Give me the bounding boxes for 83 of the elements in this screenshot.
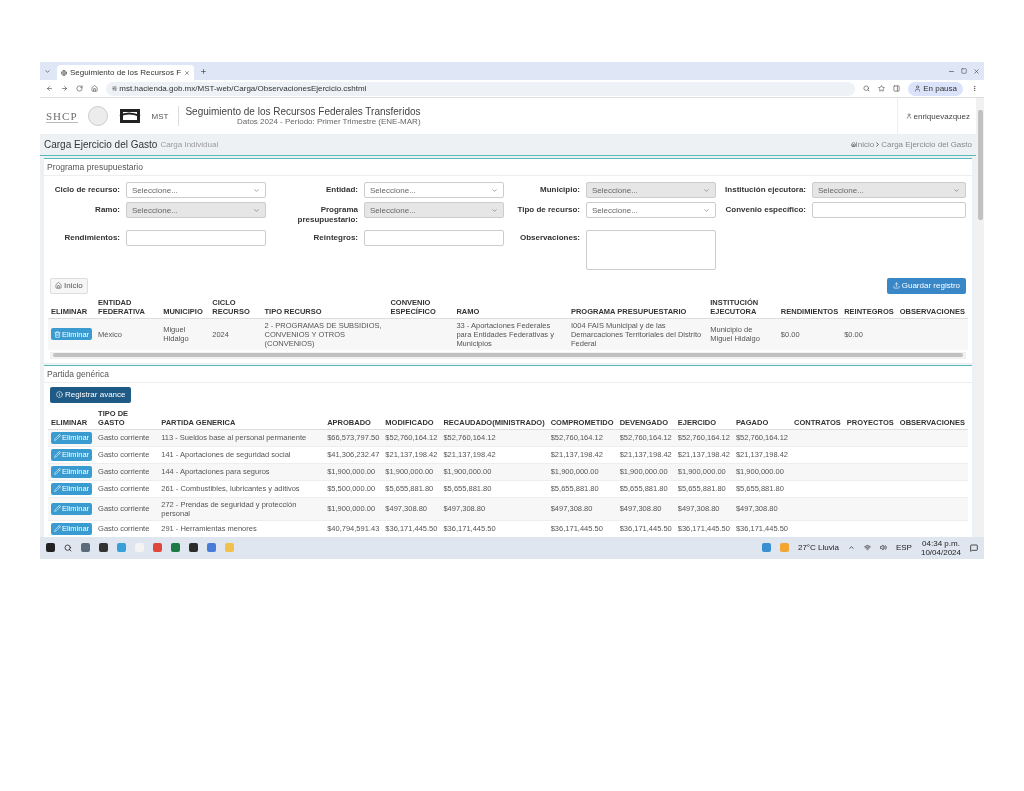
org-logo: SHCP — [46, 109, 78, 123]
clock-date: 10/04/2024 — [920, 547, 961, 557]
trash-icon — [54, 330, 61, 338]
field-label: Reintegros: — [312, 231, 358, 244]
pencil-icon — [54, 525, 61, 533]
close-icon[interactable] — [973, 67, 980, 75]
address-field[interactable]: mst.hacienda.gob.mx/MST-web/Carga/ObservacionesEjercicio.cshtml — [106, 81, 856, 96]
pencil-icon — [54, 434, 61, 442]
select-field[interactable]: Seleccione... — [126, 182, 266, 198]
tray-icon[interactable] — [847, 544, 855, 552]
caret-icon — [491, 186, 498, 194]
back-icon[interactable] — [46, 85, 53, 92]
seal-icon — [87, 106, 108, 126]
star-icon[interactable] — [878, 85, 886, 92]
app-logo-icon — [117, 107, 142, 125]
app-icon[interactable] — [99, 543, 108, 553]
input-field[interactable] — [812, 202, 966, 218]
field-label: Municipio: — [539, 184, 580, 196]
select-field[interactable]: Seleccione... — [586, 202, 716, 218]
tab-title: Seguimiento de los Recursos F — [70, 68, 182, 77]
forward-icon[interactable] — [61, 85, 68, 92]
text-area[interactable] — [586, 229, 716, 270]
site-settings-icon[interactable] — [112, 86, 117, 91]
profile-button[interactable]: En pausa — [908, 81, 963, 96]
field-label: Tipo de recurso: — [516, 204, 580, 216]
new-tab-icon[interactable] — [200, 67, 208, 75]
breadcrumb-item[interactable]: Carga Ejercicio del Gasto — [881, 140, 972, 149]
volume-icon[interactable] — [879, 544, 887, 552]
caret-icon — [491, 206, 498, 214]
field-label: Entidad: — [325, 184, 358, 196]
maximize-icon[interactable] — [961, 68, 967, 74]
field-label: Ciclo de recurso: — [53, 184, 120, 196]
panel-heading: Programa presupuestario — [44, 159, 972, 176]
tab-list-icon[interactable] — [44, 67, 51, 75]
field-label: Rendimientos: — [63, 231, 120, 244]
field-label: Observaciones: — [518, 231, 580, 244]
user-icon — [905, 113, 912, 119]
wifi-icon[interactable] — [863, 544, 871, 552]
user-icon — [914, 85, 922, 92]
upload-icon — [892, 282, 900, 290]
caret-icon — [703, 186, 710, 194]
panel-heading: Partida genérica — [44, 365, 972, 383]
caret-icon — [953, 186, 960, 194]
weather-text: 27°C Lluvia — [797, 543, 839, 553]
caret-icon — [703, 206, 710, 214]
pencil-icon — [54, 485, 61, 493]
select-field[interactable]: Seleccione... — [364, 182, 504, 198]
reload-icon[interactable] — [76, 85, 83, 92]
site-subtitle: Datos 2024 - Periodo: Primer Trimestre (ENE-MAR) — [236, 117, 421, 126]
browser-tab[interactable]: Seguimiento de los Recursos F — [57, 65, 195, 80]
horizontal-scrollbar[interactable] — [50, 351, 966, 359]
home-icon — [55, 282, 62, 290]
field-label: Convenio específico: — [724, 204, 806, 216]
site-title: Seguimiento de los Recursos Federales Transferidos — [185, 106, 421, 117]
home-icon[interactable] — [91, 85, 98, 92]
pencil-icon — [54, 505, 61, 513]
save-button[interactable]: Guardar registro — [886, 277, 966, 294]
home-button[interactable]: Inicio — [50, 277, 88, 294]
language-indicator[interactable]: ESP — [895, 543, 912, 553]
info-icon — [56, 391, 63, 399]
app-logo-text: MST — [151, 111, 169, 121]
field-label: Institución ejecutora: — [724, 184, 806, 196]
breadcrumb-item[interactable]: Inicio — [855, 140, 875, 149]
pencil-icon — [54, 451, 61, 459]
input-field[interactable] — [364, 229, 504, 246]
chevron-icon — [874, 141, 882, 148]
side-panel-icon[interactable] — [893, 85, 901, 92]
add-button[interactable]: Registrar avance — [50, 386, 132, 403]
page-title: Carga Ejercicio del Gasto — [44, 139, 158, 150]
page-subtitle: Carga Individual — [160, 140, 219, 149]
caret-icon — [253, 186, 260, 194]
globe-icon — [61, 69, 67, 76]
field-label: Ramo: — [94, 204, 120, 216]
caret-icon — [253, 206, 260, 214]
clock-time: 04:34 p.m. — [922, 538, 960, 548]
notifications-icon[interactable] — [970, 543, 978, 552]
field-label: Programa presupuestario: — [296, 204, 358, 226]
input-field[interactable] — [126, 229, 266, 246]
home-icon — [850, 142, 856, 147]
vertical-scrollbar[interactable] — [976, 98, 984, 537]
pencil-icon — [54, 468, 61, 476]
close-icon[interactable] — [184, 69, 191, 76]
search-icon[interactable] — [64, 543, 72, 552]
